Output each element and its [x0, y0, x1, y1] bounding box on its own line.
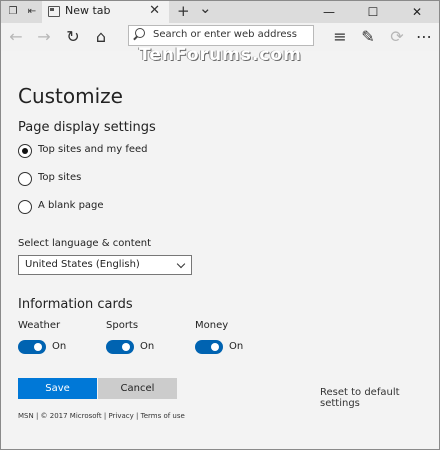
address-bar[interactable]: Search or enter web address [128, 25, 314, 46]
sports-label: Sports [106, 320, 139, 331]
money-toggle-state: On [229, 341, 244, 352]
display-settings-title: Page display settings [18, 120, 156, 135]
search-icon [135, 28, 145, 38]
minimize-button[interactable]: — [307, 1, 351, 23]
weather-label: Weather [18, 320, 61, 331]
set-tabs-aside-icon[interactable]: ⇤ [26, 6, 38, 18]
footer-links[interactable]: MSN | © 2017 Microsoft | Privacy | Terms… [18, 412, 185, 420]
weather-card-setting: Weather On [18, 320, 98, 360]
radio-selected-icon[interactable] [18, 144, 32, 158]
home-icon[interactable]: ⌂ [91, 27, 111, 47]
sports-card-setting: Sports On [106, 320, 186, 360]
money-toggle[interactable] [195, 340, 223, 354]
tab-list-chevron-icon[interactable]: ⌄ [199, 0, 212, 17]
new-tab-favicon-icon [48, 6, 60, 17]
save-button[interactable]: Save [18, 378, 97, 399]
radio-label: Top sites and my feed [38, 144, 148, 155]
tab-strip: ❐ ⇤ New tab ✕ + ⌄ — ☐ ✕ [1, 0, 439, 23]
tab-new-tab[interactable]: New tab ✕ [42, 1, 169, 23]
language-select-value: United States (English) [25, 259, 140, 270]
language-label: Select language & content [18, 238, 152, 249]
refresh-icon[interactable]: ↻ [63, 27, 83, 47]
tab-close-icon[interactable]: ✕ [149, 3, 160, 18]
reset-defaults-link[interactable]: Reset to default settings [320, 387, 439, 409]
tab-title: New tab [65, 4, 111, 17]
money-card-setting: Money On [195, 320, 275, 360]
share-icon[interactable]: ⟳ [387, 27, 407, 47]
window-close-button[interactable]: ✕ [395, 1, 439, 23]
new-tab-button[interactable]: + [177, 2, 190, 20]
hub-icon[interactable]: ≡ [330, 27, 350, 47]
radio-label: Top sites [38, 172, 82, 183]
web-note-icon[interactable]: ✎ [358, 27, 378, 47]
sports-toggle-state: On [140, 341, 155, 352]
back-arrow-icon[interactable]: ← [6, 27, 26, 47]
weather-toggle[interactable] [18, 340, 46, 354]
customize-panel: Customize Page display settings Top site… [1, 51, 439, 449]
radio-unselected-icon[interactable] [18, 200, 32, 214]
address-placeholder: Search or enter web address [153, 29, 297, 40]
chevron-down-icon [176, 259, 186, 269]
language-select[interactable]: United States (English) [18, 255, 192, 275]
cancel-button[interactable]: Cancel [98, 378, 177, 399]
sports-toggle[interactable] [106, 340, 134, 354]
browser-window: ❐ ⇤ New tab ✕ + ⌄ — ☐ ✕ ← → ↻ ⌂ Search o… [0, 0, 440, 450]
information-cards-title: Information cards [18, 297, 133, 312]
more-actions-icon[interactable]: ⋯ [414, 27, 434, 47]
page-title: Customize [18, 84, 123, 108]
maximize-button[interactable]: ☐ [351, 1, 395, 23]
forward-arrow-icon[interactable]: → [34, 27, 54, 47]
tab-preview-icon[interactable]: ❐ [7, 6, 19, 18]
radio-unselected-icon[interactable] [18, 172, 32, 186]
money-label: Money [195, 320, 229, 331]
weather-toggle-state: On [52, 341, 67, 352]
radio-label: A blank page [38, 200, 104, 211]
